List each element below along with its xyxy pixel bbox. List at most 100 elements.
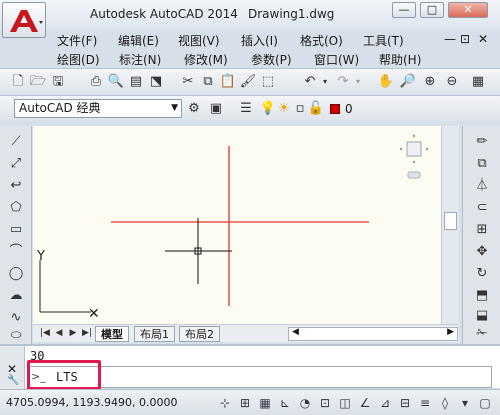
trim-icon[interactable]: ✁ (472, 324, 492, 344)
copy-icon[interactable]: ⧉ (198, 72, 218, 92)
menu-parametric[interactable]: 参数(P) (251, 51, 292, 68)
dynamic-input-icon[interactable]: ⊟ (396, 394, 414, 412)
menu-view[interactable]: 视图(V) (178, 32, 220, 49)
publish-icon[interactable]: ⬔ (146, 72, 166, 92)
menu-file[interactable]: 文件(F) (57, 32, 97, 49)
tab-layout1[interactable]: 布局1 (134, 326, 175, 342)
menu-window[interactable]: 窗口(W) (314, 51, 359, 68)
scale-icon[interactable]: ⬒ (472, 286, 492, 306)
erase-icon[interactable]: ✏ (472, 132, 492, 152)
save-icon[interactable]: 🖫 (48, 72, 68, 92)
circle-icon[interactable]: ◯ (6, 264, 26, 284)
properties-icon[interactable]: ▦ (468, 72, 488, 92)
menu-modify[interactable]: 修改(M) (184, 51, 228, 68)
rotate-icon[interactable]: ↻ (472, 264, 492, 284)
infer-constraints-icon[interactable]: ⊹ (216, 394, 234, 412)
layer-name: 0 (345, 102, 353, 116)
zoom-previous-icon[interactable]: ⊖ (442, 72, 462, 92)
menu-draw[interactable]: 绘图(D) (57, 51, 100, 68)
ortho-mode-icon[interactable]: ⊾ (276, 394, 294, 412)
menu-help[interactable]: 帮助(H) (379, 51, 421, 68)
viewcube-icon[interactable] (399, 134, 429, 179)
autocad-logo-icon (10, 10, 43, 32)
tab-layout2[interactable]: 布局2 (179, 326, 220, 342)
mirror-icon[interactable]: ⏃ (472, 176, 492, 196)
snap-mode-icon[interactable]: ⊞ (236, 394, 254, 412)
scroll-left-icon[interactable]: ◀ (292, 327, 299, 337)
doc-restore-button[interactable]: ⊡ (460, 32, 470, 46)
dynamic-ucs-icon[interactable]: ⊿ (376, 394, 394, 412)
cut-icon[interactable]: ✂ (178, 72, 198, 92)
zoom-window-icon[interactable]: ⊕ (420, 72, 440, 92)
minimize-button[interactable]: — (392, 2, 416, 18)
drawing-canvas[interactable]: Y ✕ (33, 126, 441, 324)
horizontal-scrollbar[interactable]: ◀ ▶ (288, 327, 458, 341)
arc-icon[interactable]: ⌒ (6, 242, 26, 262)
revision-cloud-icon[interactable]: ☁ (6, 286, 26, 306)
polyline-icon[interactable]: ↩ (6, 176, 26, 196)
plot-icon[interactable]: ▤ (126, 72, 146, 92)
print-icon[interactable]: ⎙ (86, 72, 106, 92)
new-file-icon[interactable]: 🗋 (8, 72, 28, 92)
doc-minimize-button[interactable]: — (444, 32, 456, 46)
workspace-settings-icon[interactable]: ⚙ (184, 99, 204, 119)
vertical-scrollbar[interactable] (441, 126, 459, 324)
open-folder-icon[interactable]: 🗁 (28, 72, 48, 92)
command-grip[interactable]: ✕ 🔧 (0, 346, 25, 390)
menu-tools[interactable]: 工具(T) (363, 32, 404, 49)
command-settings-icon[interactable]: 🔧 (7, 375, 19, 386)
layout-tabs-bar: |◀ ◀ ▶ ▶| 模型 布局1 布局2 ◀ ▶ (33, 324, 459, 342)
array-icon[interactable]: ⊞ (472, 220, 492, 240)
pan-icon[interactable]: ✋ (376, 72, 396, 92)
construction-line-icon[interactable]: ⤢ (6, 154, 26, 174)
doc-close-button[interactable]: ✕ (478, 32, 488, 46)
scroll-thumb[interactable] (444, 212, 457, 230)
status-bar-menu-icon[interactable]: ▾ (456, 394, 474, 412)
clean-screen-icon[interactable]: ▢ (476, 394, 494, 412)
menu-bar: 文件(F) 编辑(E) 视图(V) 插入(I) 格式(O) 工具(T) — ⊡ … (48, 30, 500, 68)
paste-icon[interactable]: 📋 (218, 72, 238, 92)
copy-object-icon[interactable]: ⧉ (472, 154, 492, 174)
redo-dropdown-icon[interactable]: ▾ (348, 72, 368, 92)
command-close-icon[interactable]: ✕ (7, 362, 17, 376)
spline-icon[interactable]: ∿ (6, 308, 26, 328)
menu-dimension[interactable]: 标注(N) (119, 51, 161, 68)
rectangle-icon[interactable]: ▭ (6, 220, 26, 240)
stretch-icon[interactable]: ⬓ (472, 306, 492, 326)
lineweight-icon[interactable]: ≡ (416, 394, 434, 412)
menu-format[interactable]: 格式(O) (300, 32, 343, 49)
customize-icon[interactable]: ▣ (206, 99, 226, 119)
menu-insert[interactable]: 插入(I) (241, 32, 278, 49)
move-icon[interactable]: ✥ (472, 242, 492, 262)
close-button[interactable]: ✕ (448, 2, 488, 18)
polygon-icon[interactable]: ⬠ (6, 198, 26, 218)
application-menu-button[interactable] (2, 2, 46, 38)
offset-icon[interactable]: ⊂ (472, 198, 492, 218)
last-tab-icon[interactable]: ▶| (77, 323, 97, 343)
standard-toolbar: 🗋 🗁 🖫 ⎙ 🔍 ▤ ⬔ ✂ ⧉ 📋 🖌 ⬚ ↶ ▾ ↷ ▾ ✋ 🔎 ⊕ ⊖ … (0, 68, 500, 94)
3d-object-snap-icon[interactable]: ◫ (336, 394, 354, 412)
ucs-x-label: ✕ (88, 306, 100, 322)
block-editor-icon[interactable]: ⬚ (258, 72, 278, 92)
line-tool-icon[interactable]: ⟋ (6, 132, 26, 152)
workspace-dropdown[interactable]: AutoCAD 经典 ▼ (14, 99, 182, 118)
grid-display-icon[interactable]: ▦ (256, 394, 274, 412)
tab-model[interactable]: 模型 (95, 326, 129, 342)
maximize-button[interactable]: □ (420, 2, 444, 18)
menu-edit[interactable]: 编辑(E) (118, 32, 159, 49)
object-snap-tracking-icon[interactable]: ∠ (356, 394, 374, 412)
selection-cycling-icon[interactable]: ◊ (436, 394, 454, 412)
zoom-realtime-icon[interactable]: 🔎 (398, 72, 418, 92)
match-properties-icon[interactable]: 🖌 (238, 72, 258, 92)
object-snap-icon[interactable]: ⊡ (316, 394, 334, 412)
modify-toolbar: ✏ ⧉ ⏃ ⊂ ⊞ ✥ ↻ ⬒ ⬓ ✁ (462, 126, 500, 344)
undo-dropdown-icon[interactable]: ▾ (315, 72, 335, 92)
polar-tracking-icon[interactable]: ◔ (296, 394, 314, 412)
layer-lock-icon[interactable]: 🔓 (306, 99, 326, 119)
scroll-right-icon[interactable]: ▶ (447, 327, 454, 337)
layer-properties-icon[interactable]: ☰ (236, 99, 256, 119)
ellipse-icon[interactable]: ⬭ (6, 326, 26, 346)
workspace-name: AutoCAD 经典 (19, 101, 101, 115)
title-bar: Autodesk AutoCAD 2014 Drawing1.dwg — □ ✕ (0, 0, 500, 30)
print-preview-icon[interactable]: 🔍 (106, 72, 126, 92)
